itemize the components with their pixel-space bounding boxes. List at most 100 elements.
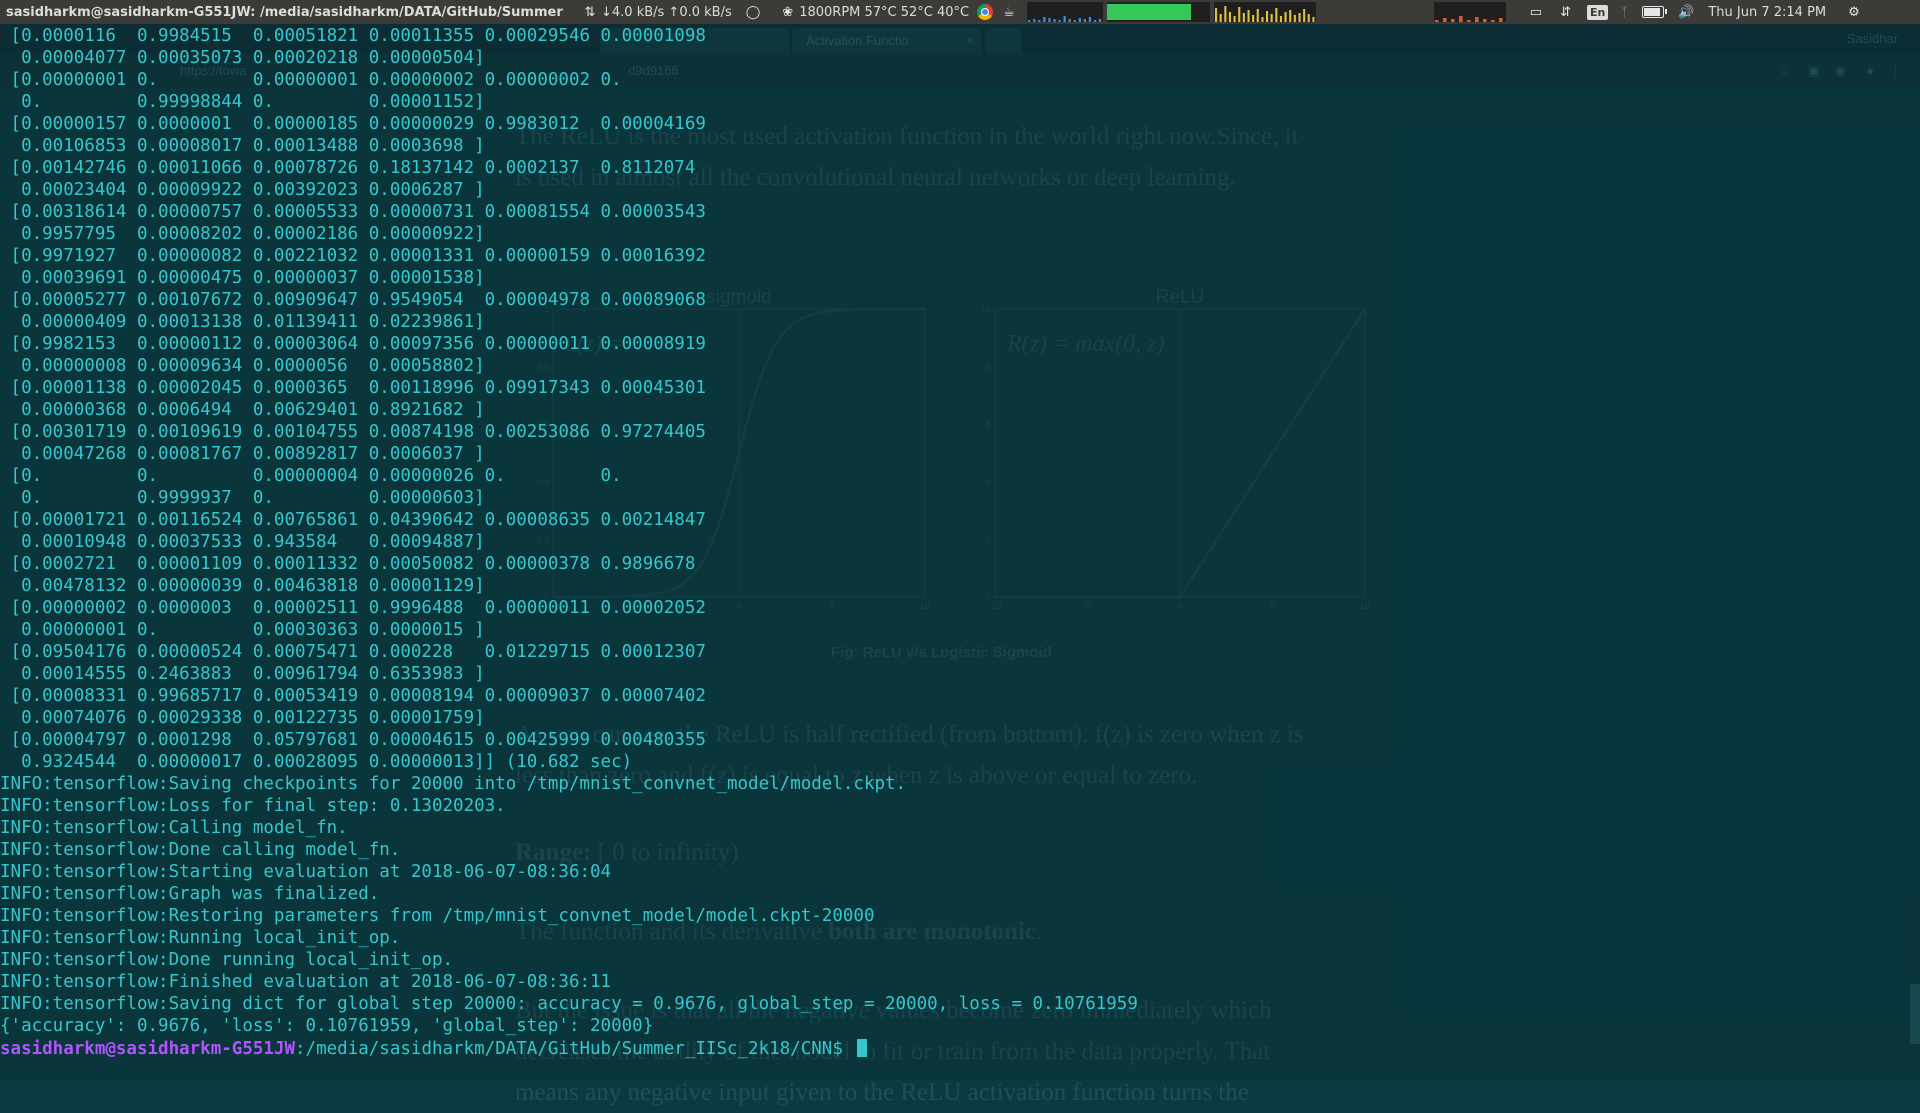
- graph-bar: [1275, 8, 1278, 22]
- terminal-line: 0.00000368 0.0006494 0.00629401 0.892168…: [0, 400, 485, 420]
- graph-bar: [1247, 10, 1250, 22]
- graph-bar: [1498, 18, 1503, 22]
- terminal-line: [0. 0. 0.00000004 0.00000026 0. 0.: [0, 466, 622, 486]
- terminal-line: [0.00004797 0.0001298 0.05797681 0.00004…: [0, 730, 706, 750]
- graph-bar: [1279, 16, 1282, 22]
- graph-bar: [1450, 19, 1455, 22]
- graph-bar: [1265, 11, 1268, 22]
- graph-bar: [1458, 16, 1463, 22]
- graph-bar: [1474, 17, 1479, 22]
- terminal-scrollbar[interactable]: [1910, 984, 1920, 1044]
- sensors-readout: 1800RPM 57°C 52°C 40°C: [799, 4, 970, 20]
- graph-bar: [1288, 10, 1292, 22]
- terminal-line: 0.00004077 0.00035073 0.00020218 0.00000…: [0, 48, 485, 68]
- terminal-line: [0.00000002 0.0000003 0.00002511 0.99964…: [0, 598, 706, 618]
- terminal-line: 0.00047268 0.00081767 0.00892817 0.00060…: [0, 444, 485, 464]
- clock[interactable]: Thu Jun 7 2:14 PM: [1708, 5, 1826, 20]
- graph-bar: [1490, 20, 1495, 22]
- graph-bar: [1058, 20, 1061, 22]
- terminal-line: [0.00000001 0. 0.00000001 0.00000002 0.0…: [0, 70, 622, 90]
- top-panel: sasidharkm@sasidharkm-G551JW: /media/sas…: [0, 0, 1920, 24]
- net-speed: ↓4.0 kB/s ↑0.0 kB/s: [601, 4, 732, 20]
- graph-bar: [1068, 19, 1071, 22]
- prompt-user: sasidharkm@sasidharkm-G551JW: [0, 1039, 296, 1059]
- terminal-line: 0.00074076 0.00029338 0.00122735 0.00001…: [0, 708, 485, 728]
- graph-bar: [1284, 12, 1287, 22]
- terminal-line: [0.00000157 0.0000001 0.00000185 0.00000…: [0, 114, 706, 134]
- terminal-line: 0.9324544 0.00000017 0.00028095 0.000000…: [0, 752, 633, 772]
- graph-bar: [1270, 14, 1273, 22]
- graph-bar: [1098, 19, 1101, 22]
- lightbulb-icon[interactable]: ◯: [746, 5, 761, 20]
- terminal-line: 0.00014555 0.2463883 0.00961794 0.635398…: [0, 664, 485, 684]
- terminal-line: INFO:tensorflow:Saving checkpoints for 2…: [0, 774, 907, 794]
- terminal-window[interactable]: [0.0000116 0.9984515 0.00051821 0.000113…: [0, 24, 1920, 1080]
- graph-bar: [1251, 15, 1254, 22]
- terminal-line: 0. 0.99998844 0. 0.00001152]: [0, 92, 485, 112]
- terminal-line: INFO:tensorflow:Finished evaluation at 2…: [0, 972, 612, 992]
- terminal-line: [0.00005277 0.00107672 0.00909647 0.9549…: [0, 290, 706, 310]
- keyboard-layout[interactable]: En: [1587, 4, 1609, 20]
- terminal-line: 0.00000008 0.00009634 0.0000056 0.000588…: [0, 356, 485, 376]
- terminal-line: [0.00301719 0.00109619 0.00104755 0.0087…: [0, 422, 706, 442]
- terminal-line: [0.00142746 0.00011066 0.00078726 0.1813…: [0, 158, 696, 178]
- prompt-path: :/media/sasidharkm/DATA/GitHub/Summer_II…: [295, 1039, 854, 1059]
- terminal-line: INFO:tensorflow:Running local_init_op.: [0, 928, 401, 948]
- network-arrows-icon[interactable]: ⇅: [583, 5, 597, 20]
- graph-bar: [1078, 18, 1081, 22]
- terminal-line: [0.9982153 0.00000112 0.00003064 0.00097…: [0, 334, 706, 354]
- graph-bar: [1053, 19, 1056, 22]
- load-graph[interactable]: [1213, 2, 1316, 22]
- window-title: sasidharkm@sasidharkm-G551JW: /media/sas…: [6, 4, 563, 20]
- screen-icon[interactable]: ▭: [1530, 5, 1542, 20]
- transfer-icon[interactable]: ⇵: [1560, 5, 1571, 20]
- chrome-icon[interactable]: [977, 4, 994, 20]
- terminal-line: INFO:tensorflow:Done calling model_fn.: [0, 840, 401, 860]
- graph-bar: [1307, 14, 1310, 22]
- terminal-line: INFO:tensorflow:Restoring parameters fro…: [0, 906, 875, 926]
- graph-bar: [1293, 15, 1296, 22]
- graph-bar: [1219, 14, 1222, 22]
- graph-bar: [1256, 9, 1259, 22]
- graph-bar: [1037, 20, 1041, 22]
- terminal-line: INFO:tensorflow:Calling model_fn.: [0, 818, 348, 838]
- bluetooth-icon[interactable]: ᛉ: [1620, 5, 1628, 20]
- fan-icon[interactable]: ❀: [782, 5, 793, 20]
- graph-bar: [1048, 18, 1051, 22]
- memory-graph[interactable]: [1106, 2, 1210, 22]
- graph-bar: [1233, 16, 1236, 22]
- graph-bar: [1442, 18, 1447, 22]
- graph-bar: [1312, 17, 1315, 22]
- graph-bar: [1237, 7, 1241, 22]
- coffee-icon[interactable]: ☕: [1003, 5, 1015, 20]
- terminal-line: 0.00106853 0.00008017 0.00013488 0.00036…: [0, 136, 485, 156]
- cpu-graph[interactable]: [1026, 2, 1103, 22]
- terminal-line: [0.9971927 0.00000082 0.00221032 0.00001…: [0, 246, 706, 266]
- graph-bar: [1088, 17, 1091, 22]
- graph-bar: [1302, 9, 1305, 22]
- terminal-output: [0.0000116 0.9984515 0.00051821 0.000113…: [0, 25, 1138, 1037]
- graph-bar: [1214, 8, 1217, 22]
- terminal-line: [0.00318614 0.00000757 0.00005533 0.0000…: [0, 202, 706, 222]
- terminal-line: 0.00000409 0.00013138 0.01139411 0.02239…: [0, 312, 485, 332]
- graph-bar: [1093, 20, 1096, 22]
- graph-bar: [1228, 12, 1231, 22]
- terminal-line: INFO:tensorflow:Done running local_init_…: [0, 950, 454, 970]
- disk-graph[interactable]: [1433, 2, 1506, 22]
- graph-bar: [1027, 20, 1031, 22]
- graph-bar: [1261, 17, 1264, 22]
- terminal-line: [0.00008331 0.99685717 0.00053419 0.0000…: [0, 686, 706, 706]
- graph-bar: [1298, 13, 1301, 22]
- shell-prompt[interactable]: sasidharkm@sasidharkm-G551JW:/media/sasi…: [0, 1038, 868, 1060]
- graph-bar: [1073, 20, 1076, 22]
- terminal-line: [0.09504176 0.00000524 0.00075471 0.0002…: [0, 642, 706, 662]
- volume-icon[interactable]: 🔊: [1678, 5, 1694, 20]
- graph-bar: [1482, 19, 1487, 22]
- battery-icon[interactable]: [1642, 6, 1668, 18]
- terminal-line: [0.00001138 0.00002045 0.0000365 0.00118…: [0, 378, 706, 398]
- graph-bar: [1042, 17, 1046, 22]
- gear-icon[interactable]: ⚙: [1848, 5, 1860, 20]
- graph-bar: [1434, 20, 1439, 22]
- terminal-line: [0.00001721 0.00116524 0.00765861 0.0439…: [0, 510, 706, 530]
- terminal-line: 0.00010948 0.00037533 0.943584 0.0009488…: [0, 532, 485, 552]
